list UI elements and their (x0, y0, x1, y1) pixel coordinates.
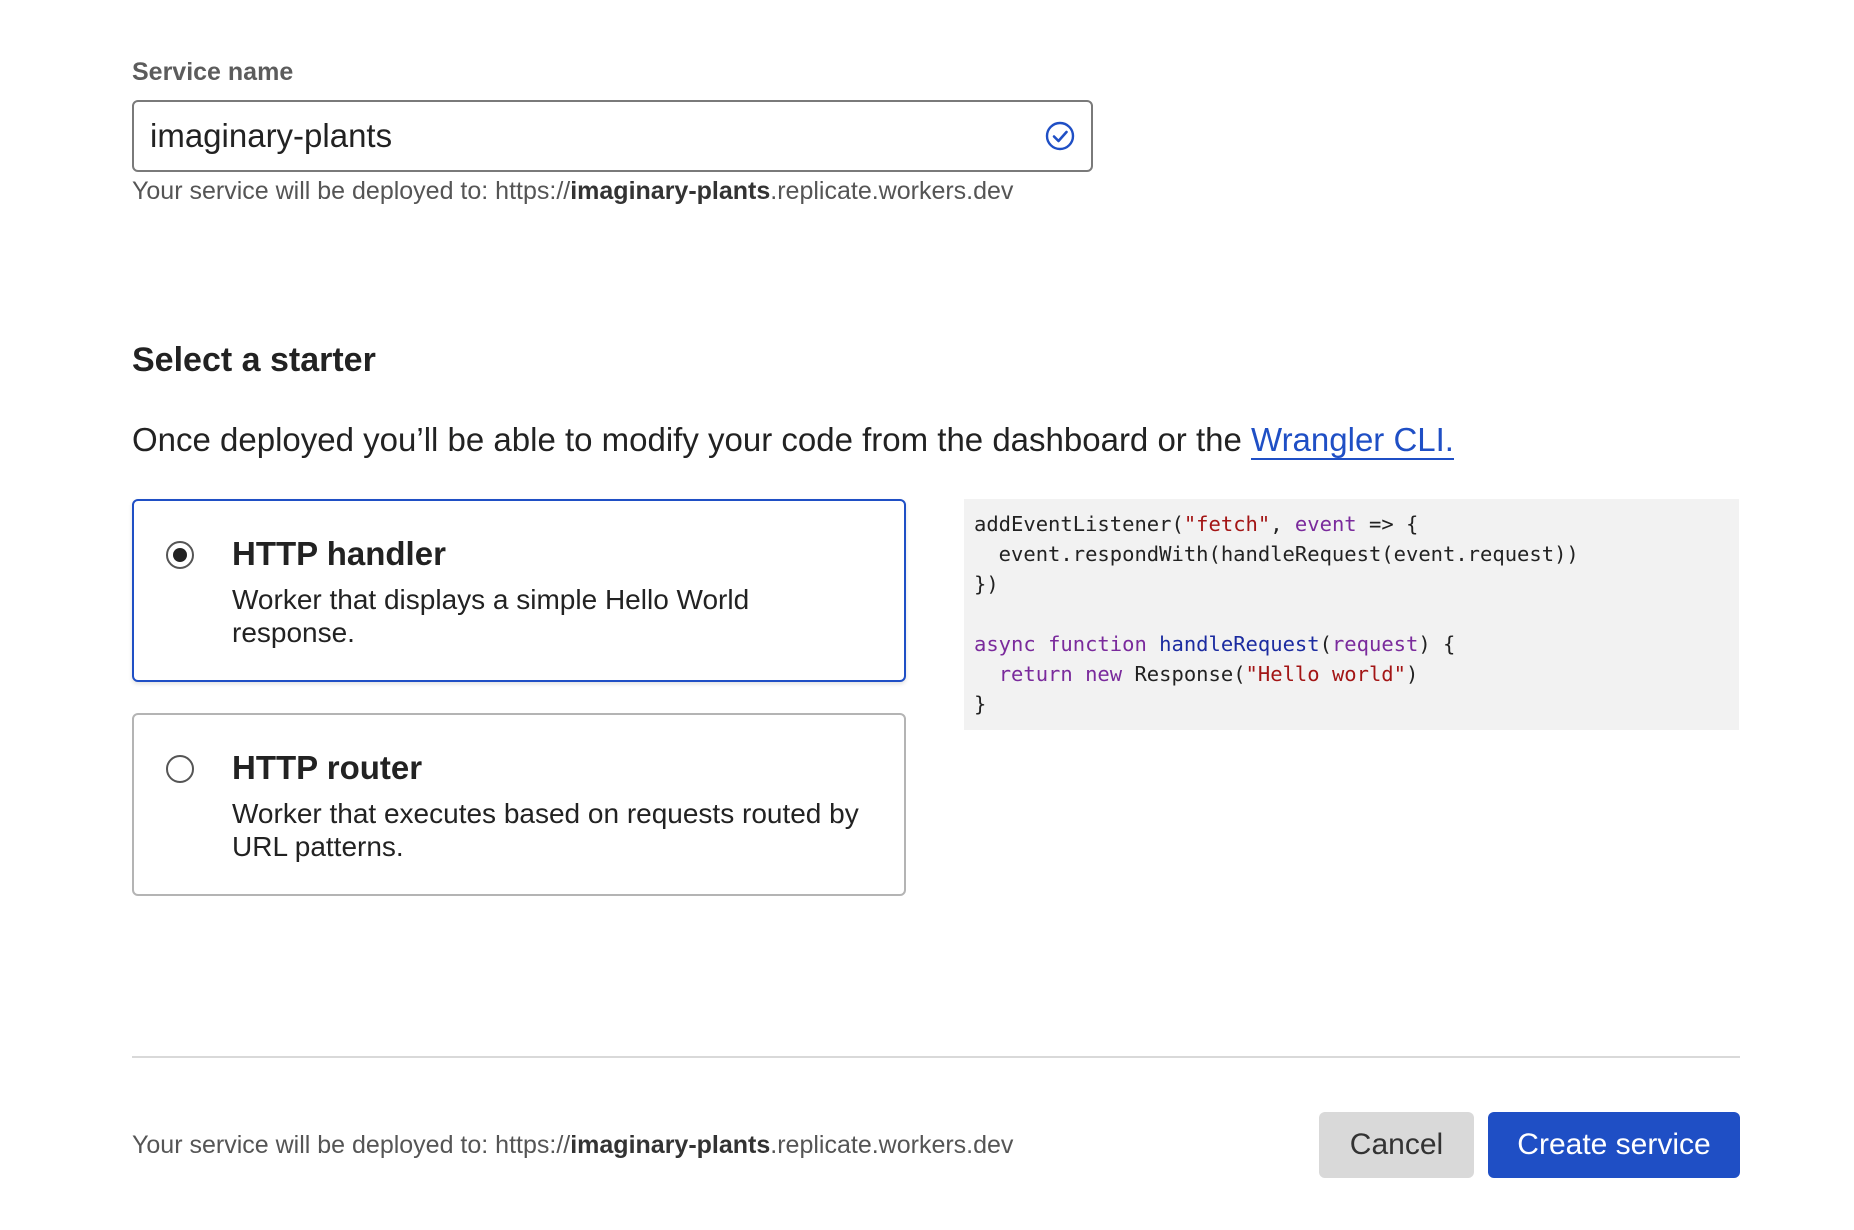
code-line: async function handleRequest(request) { (974, 629, 1729, 659)
code-line: event.respondWith(handleRequest(event.re… (974, 539, 1729, 569)
code-token: ( (1319, 632, 1332, 656)
deploy-url-name: imaginary-plants (570, 177, 771, 205)
service-name-input[interactable] (150, 102, 1010, 170)
code-token: , (1270, 512, 1295, 536)
radio-selected-dot (173, 548, 187, 562)
code-token: Response( (1122, 662, 1246, 686)
code-token: }) (974, 572, 999, 596)
starter-option-http-router[interactable]: HTTP router Worker that executes based o… (132, 713, 906, 896)
option-title: HTTP handler (232, 535, 446, 572)
code-token: async (974, 632, 1036, 656)
code-preview: addEventListener("fetch", event => { eve… (964, 499, 1739, 730)
deploy-url-suffix: .replicate.workers.dev (770, 177, 1014, 205)
code-token: handleRequest (1159, 632, 1320, 656)
check-circle-icon (1045, 121, 1075, 151)
code-token: addEventListener( (974, 512, 1184, 536)
starter-description-text: Once deployed you’ll be able to modify y… (132, 421, 1252, 458)
code-token: } (974, 692, 987, 716)
code-token: new (1085, 662, 1123, 686)
code-token: "Hello world" (1245, 662, 1406, 686)
create-service-button[interactable]: Create service (1488, 1112, 1740, 1178)
code-token: ) (1406, 662, 1419, 686)
footer-divider (132, 1056, 1740, 1058)
code-token: event.respondWith(handleRequest(event.re… (974, 542, 1579, 566)
service-name-label: Service name (132, 58, 294, 86)
starter-heading: Select a starter (132, 341, 376, 379)
code-line: return new Response("Hello world") (974, 659, 1729, 689)
wrangler-cli-link[interactable]: Wrangler CLI. (1251, 421, 1454, 460)
service-name-field[interactable] (132, 100, 1093, 172)
code-token: => { (1356, 512, 1419, 536)
code-token: function (1048, 632, 1147, 656)
code-token: "fetch" (1183, 512, 1271, 536)
code-token: event (1294, 512, 1357, 536)
deploy-url-prefix: Your service will be deployed to: https:… (132, 177, 571, 205)
deploy-url-suffix: .replicate.workers.dev (770, 1131, 1014, 1159)
option-description: Worker that displays a simple Hello Worl… (232, 584, 750, 648)
cancel-button[interactable]: Cancel (1319, 1112, 1474, 1178)
code-token: request (1331, 632, 1419, 656)
starter-option-http-handler[interactable]: HTTP handler Worker that displays a simp… (132, 499, 906, 682)
option-title: HTTP router (232, 749, 423, 786)
radio-button[interactable] (166, 541, 194, 569)
code-line: addEventListener("fetch", event => { (974, 509, 1729, 539)
starter-description: Once deployed you’ll be able to modify y… (132, 421, 1454, 460)
deploy-url-name: imaginary-plants (570, 1131, 771, 1159)
footer-deploy-url-note: Your service will be deployed to: https:… (132, 1131, 1013, 1160)
code-line: }) (974, 569, 1729, 599)
option-description: Worker that executes based on requests r… (232, 798, 859, 862)
deploy-url-prefix: Your service will be deployed to: https:… (132, 1131, 571, 1159)
deploy-url-note: Your service will be deployed to: https:… (132, 177, 1013, 206)
code-token: ) { (1418, 632, 1456, 656)
code-line: } (974, 689, 1729, 719)
code-token: return (998, 662, 1073, 686)
radio-button[interactable] (166, 755, 194, 783)
